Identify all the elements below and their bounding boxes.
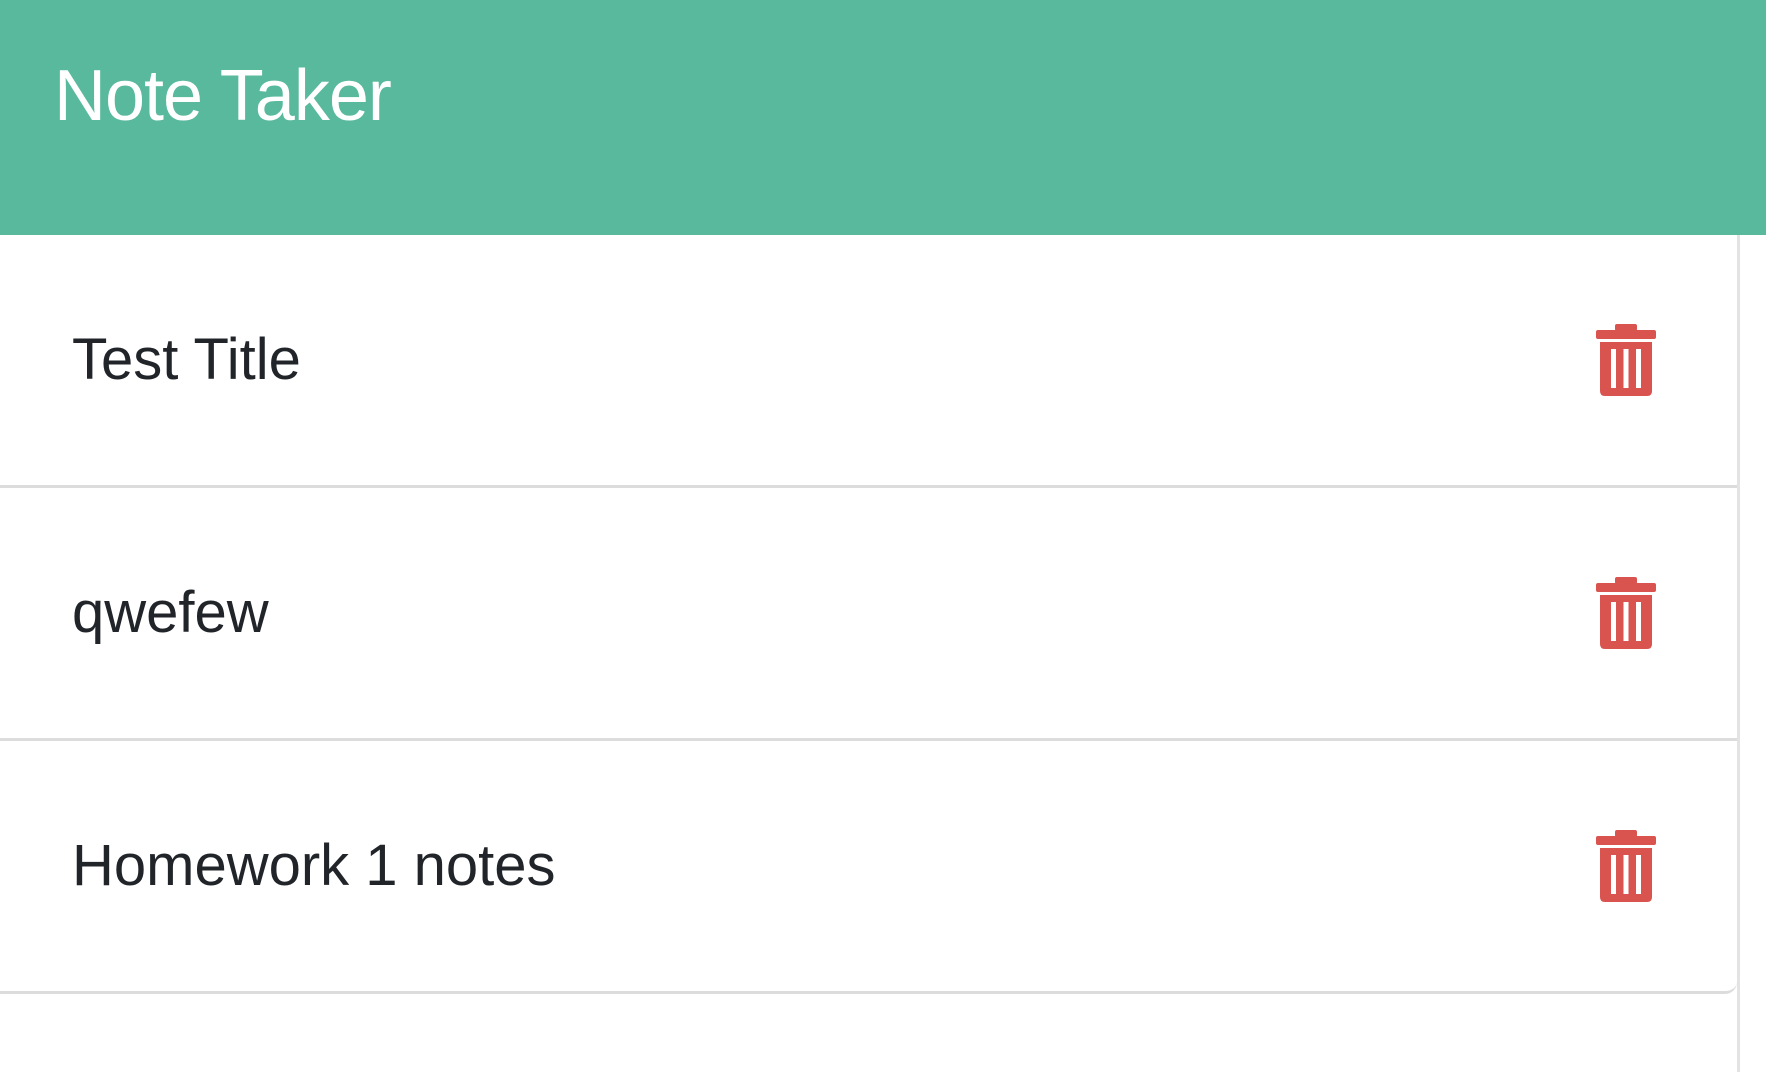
note-title[interactable]: Homework 1 notes [72,831,556,901]
list-item[interactable]: qwefew [0,485,1737,738]
navbar: Note Taker [0,0,1766,235]
trash-icon[interactable] [1595,829,1657,903]
column-divider [1737,235,1740,1072]
list-item[interactable]: Homework 1 notes [0,738,1737,991]
trash-icon[interactable] [1595,323,1657,397]
note-title[interactable]: Test Title [72,325,301,395]
delete-note-button[interactable] [1595,576,1657,650]
trash-icon[interactable] [1595,576,1657,650]
delete-note-button[interactable] [1595,829,1657,903]
note-title[interactable]: qwefew [72,578,269,648]
list-item[interactable]: Test Title [0,235,1737,485]
note-list: Test Title qwefew Homework 1 notes [0,235,1737,994]
delete-note-button[interactable] [1595,323,1657,397]
app-title[interactable]: Note Taker [54,54,392,138]
